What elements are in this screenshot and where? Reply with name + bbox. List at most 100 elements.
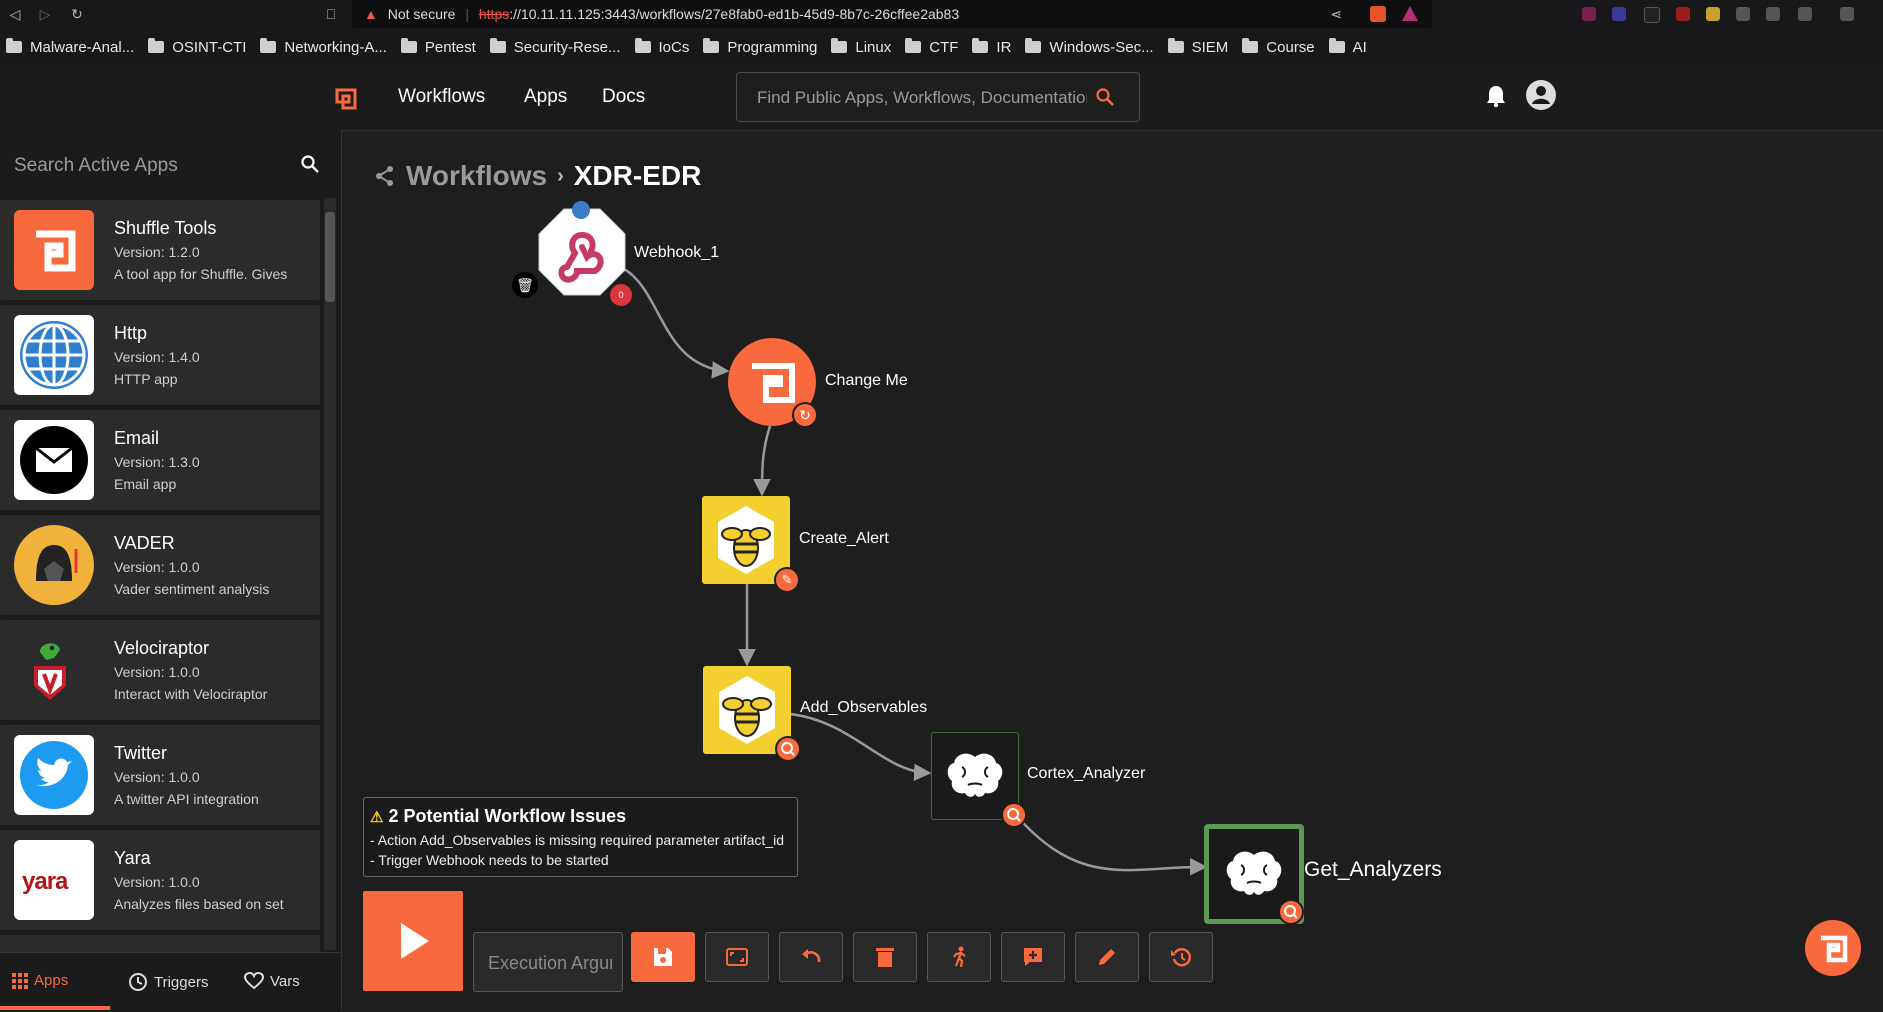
bookmark-label: Windows-Sec... — [1049, 38, 1154, 56]
bookmark-folder[interactable]: Course — [1236, 30, 1322, 64]
back-icon[interactable]: ◁ — [4, 3, 26, 25]
app-list-scrollbar[interactable] — [324, 198, 336, 950]
extension-icon[interactable] — [1706, 7, 1720, 21]
brave-rewards-icon[interactable] — [1402, 6, 1418, 21]
nav-docs[interactable]: Docs — [602, 86, 645, 108]
tab-vars[interactable]: Vars — [244, 972, 300, 990]
wallet-icon[interactable] — [1840, 7, 1854, 21]
puzzle-icon[interactable] — [1736, 7, 1750, 21]
brave-shield-icon[interactable] — [1370, 6, 1386, 22]
issue-item: - Trigger Webhook needs to be started — [370, 852, 609, 868]
bookmark-folder[interactable]: Windows-Sec... — [1019, 30, 1161, 64]
history-icon — [1171, 948, 1192, 967]
test-run-button[interactable] — [927, 932, 991, 982]
shuffle-logo-icon — [1821, 935, 1848, 963]
app-name: Velociraptor — [114, 638, 210, 658]
save-icon — [654, 948, 672, 966]
edit-icon: ✎ — [774, 567, 800, 593]
nav-apps[interactable]: Apps — [524, 86, 567, 108]
share-icon[interactable]: ⋖ — [1330, 0, 1342, 28]
nav-workflows[interactable]: Workflows — [398, 86, 485, 108]
app-card-shuffle-tools[interactable]: Shuffle Tools Version: 1.2.0 A tool app … — [0, 200, 320, 300]
address-bar[interactable]: ▲ Not secure | https://10.11.11.125:3443… — [352, 0, 1432, 28]
execution-argument-input[interactable] — [486, 950, 614, 976]
bookmark-label: Course — [1266, 38, 1315, 56]
ublock-icon[interactable] — [1676, 7, 1690, 21]
edge-webhook-change-me — [623, 267, 730, 379]
search-icon[interactable] — [300, 154, 320, 174]
app-search-input[interactable] — [12, 152, 286, 180]
folder-icon — [703, 38, 720, 53]
history-button[interactable] — [1149, 932, 1213, 982]
app-card-email[interactable]: Email Version: 1.3.0 Email app — [0, 410, 320, 510]
tab-apps[interactable]: Apps — [12, 972, 68, 989]
bookmarks-bar: Malware-Anal... OSINT-CTI Networking-A... P… — [0, 30, 1883, 64]
bookmark-label: Security-Rese... — [513, 38, 621, 56]
node-label-add-observables: Add_Observables — [800, 699, 928, 716]
bookmark-folder[interactable]: IR — [966, 30, 1019, 64]
folder-icon — [6, 38, 22, 53]
folder-icon — [905, 38, 922, 53]
app-description: Vader sentiment analysis — [114, 581, 270, 597]
bell-icon[interactable] — [1485, 84, 1507, 108]
bookmark-folder[interactable]: Linux — [825, 30, 899, 64]
app-description: Email app — [114, 476, 177, 492]
bookmark-label: Programming — [727, 38, 818, 56]
bookmark-label: Malware-Anal... — [30, 38, 135, 56]
save-button[interactable] — [631, 932, 695, 982]
folder-icon — [400, 38, 417, 53]
bookmark-label: Linux — [855, 38, 892, 56]
forward-icon[interactable]: ▷ — [34, 3, 56, 25]
bookmark-folder[interactable]: Malware-Anal... — [0, 30, 142, 64]
extension-icon[interactable] — [1644, 7, 1660, 23]
shuffle-logo[interactable] — [335, 88, 357, 110]
undo-button[interactable] — [779, 932, 843, 982]
public-search-input[interactable] — [755, 85, 1089, 111]
app-card-twitter[interactable]: Twitter Version: 1.0.0 A twitter API int… — [0, 725, 320, 825]
app-card-http[interactable]: Http Version: 1.4.0 HTTP app — [0, 305, 320, 405]
bookmark-folder[interactable]: OSINT-CTI — [142, 30, 254, 64]
node-start-marker[interactable] — [572, 201, 590, 219]
bookmark-folder[interactable]: AI — [1323, 30, 1375, 64]
delete-node-icon[interactable]: 🗑 — [512, 272, 538, 298]
bookmark-folder[interactable]: SIEM — [1162, 30, 1237, 64]
bookmark-label: AI — [1352, 38, 1367, 56]
heart-icon — [244, 972, 264, 990]
bookmark-folder[interactable]: Programming — [697, 30, 825, 64]
media-icon[interactable] — [1766, 7, 1780, 21]
bookmark-folder[interactable]: Pentest — [395, 30, 484, 64]
bookmark-icon[interactable]: ⎕ — [320, 3, 342, 25]
folder-icon — [1242, 38, 1259, 53]
edit-workflow-button[interactable] — [1075, 932, 1139, 982]
undo-icon — [802, 949, 821, 963]
extension-icon[interactable] — [1582, 7, 1596, 21]
edge-change-me-create-alert — [753, 425, 772, 497]
magnifier-icon — [1278, 899, 1304, 925]
search-icon[interactable] — [1095, 87, 1115, 107]
sidebar-toggle-icon[interactable] — [1798, 7, 1812, 21]
add-comment-button[interactable] — [1001, 932, 1065, 982]
run-workflow-button[interactable] — [363, 891, 463, 991]
globe-icon — [14, 315, 94, 395]
app-card-partial[interactable] — [0, 935, 320, 952]
app-card-velociraptor[interactable]: Velociraptor Version: 1.0.0 Interact wit… — [0, 620, 320, 720]
bookmark-folder[interactable]: IoCs — [629, 30, 698, 64]
node-label-webhook: Webhook_1 — [634, 244, 720, 261]
fit-view-button[interactable] — [705, 932, 769, 982]
node-label-cortex-analyzer: Cortex_Analyzer — [1027, 765, 1146, 782]
delete-button[interactable] — [853, 932, 917, 982]
bookmark-folder[interactable]: CTF — [899, 30, 966, 64]
reload-icon[interactable]: ↻ — [66, 3, 88, 25]
app-card-vader[interactable]: VADER Version: 1.0.0 Vader sentiment ana… — [0, 515, 320, 615]
app-card-yara[interactable]: yara Yara Version: 1.0.0 Analyzes files … — [0, 830, 320, 930]
bookmark-label: OSINT-CTI — [172, 38, 247, 56]
tab-triggers[interactable]: Triggers — [128, 972, 208, 992]
scrollbar-thumb[interactable] — [325, 212, 335, 302]
bookmark-folder[interactable]: Security-Rese... — [484, 30, 629, 64]
edge-cortex-get-analyzers — [1014, 813, 1208, 876]
folder-icon — [831, 38, 848, 53]
extension-icon[interactable] — [1612, 7, 1626, 21]
account-avatar-icon[interactable] — [1526, 80, 1556, 110]
bookmark-folder[interactable]: Networking-A... — [254, 30, 395, 64]
shuffle-help-button[interactable] — [1805, 920, 1861, 976]
